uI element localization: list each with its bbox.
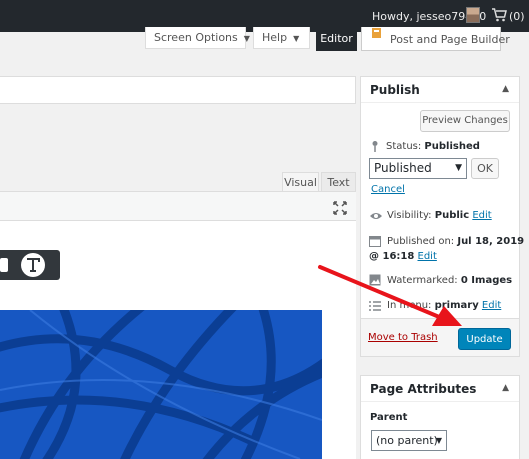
screen-options-label: Screen Options — [154, 31, 238, 44]
editor-button[interactable]: Editor — [316, 27, 357, 51]
parent-select-value: (no parent) — [376, 434, 438, 447]
preview-changes-button[interactable]: Preview Changes — [420, 110, 510, 132]
visibility-row: Visibility: Public Edit — [387, 210, 492, 221]
visibility-edit-link[interactable]: Edit — [472, 210, 491, 221]
move-to-trash-link[interactable]: Move to Trash — [368, 332, 438, 343]
builder-icon — [372, 28, 381, 38]
image-inline-toolbar — [0, 250, 60, 280]
select-arrow-icon: ▼ — [435, 436, 442, 445]
chevron-down-icon: ▼ — [293, 34, 300, 43]
select-arrow-icon: ▼ — [455, 163, 462, 173]
pin-icon — [372, 141, 378, 152]
visibility-label: Visibility: — [387, 210, 432, 221]
published-on-label: Published on: — [387, 236, 455, 247]
publish-title: Publish — [370, 83, 420, 97]
fullscreen-expand-icon[interactable] — [333, 201, 347, 215]
post-page-builder-label: Post and Page Builder — [390, 33, 510, 46]
status-row: Status: Published — [386, 141, 480, 152]
published-on-row: Published on: Jul 18, 2019 — [387, 236, 524, 247]
watermarked-label: Watermarked: — [387, 275, 458, 286]
post-page-builder-button[interactable]: Post and Page Builder — [361, 27, 510, 51]
status-label: Status: — [386, 141, 422, 152]
watermarked-row: Watermarked: 0 Images — [387, 275, 512, 286]
menu-row: In menu: primary Edit — [387, 300, 501, 311]
image-icon — [369, 274, 381, 286]
content-image[interactable] — [0, 310, 322, 459]
tab-text[interactable]: Text — [321, 172, 356, 192]
visibility-value: Public — [434, 210, 470, 221]
collapse-arrow-icon[interactable]: ▲ — [502, 383, 509, 393]
screen-options-button[interactable]: Screen Options ▼ — [145, 27, 250, 49]
update-button[interactable]: Update — [458, 328, 511, 350]
menu-value: primary — [434, 300, 479, 311]
chevron-down-icon: ▼ — [243, 34, 250, 43]
cancel-link[interactable]: Cancel — [371, 184, 405, 195]
post-title-input[interactable] — [0, 76, 356, 104]
tab-text-label: Text — [327, 176, 350, 189]
published-edit-link[interactable]: Edit — [418, 251, 437, 262]
eye-icon — [370, 213, 382, 219]
editor-toolbar — [0, 191, 356, 221]
published-on-time: @ 16:18 — [369, 251, 415, 262]
menu-label: In menu: — [387, 300, 432, 311]
help-label: Help — [262, 31, 288, 44]
avatar[interactable] — [466, 7, 480, 23]
parent-label: Parent — [370, 412, 408, 423]
text-format-icon[interactable] — [20, 252, 46, 278]
collapse-arrow-icon[interactable]: ▲ — [502, 84, 509, 94]
ok-label: OK — [477, 162, 493, 175]
cart-count[interactable]: (0) — [509, 10, 525, 23]
cart-icon[interactable] — [491, 8, 507, 22]
menu-list-icon — [369, 301, 381, 311]
published-on-date: Jul 18, 2019 — [457, 236, 525, 247]
tab-visual-label: Visual — [284, 176, 317, 189]
editor-label: Editor — [320, 32, 353, 45]
help-button[interactable]: Help ▼ — [253, 27, 310, 49]
calendar-icon — [369, 236, 381, 247]
update-label: Update — [466, 334, 503, 345]
ok-button[interactable]: OK — [471, 158, 499, 179]
page-attributes-title: Page Attributes — [370, 382, 477, 396]
publish-header[interactable]: Publish ▲ — [361, 77, 519, 103]
parent-select[interactable]: (no parent) ▼ — [371, 430, 447, 451]
preview-changes-label: Preview Changes — [422, 115, 508, 126]
published-on-time-row: @ 16:18 Edit — [369, 251, 437, 262]
watermarked-value: 0 Images — [460, 275, 513, 286]
status-select-value: Published — [374, 161, 432, 175]
status-select[interactable]: Published ▼ — [369, 158, 467, 179]
page-attributes-header[interactable]: Page Attributes ▲ — [361, 376, 519, 402]
remove-icon[interactable] — [0, 258, 10, 272]
status-value: Published — [424, 141, 480, 152]
tab-visual[interactable]: Visual — [282, 172, 319, 192]
menu-edit-link[interactable]: Edit — [482, 300, 501, 311]
